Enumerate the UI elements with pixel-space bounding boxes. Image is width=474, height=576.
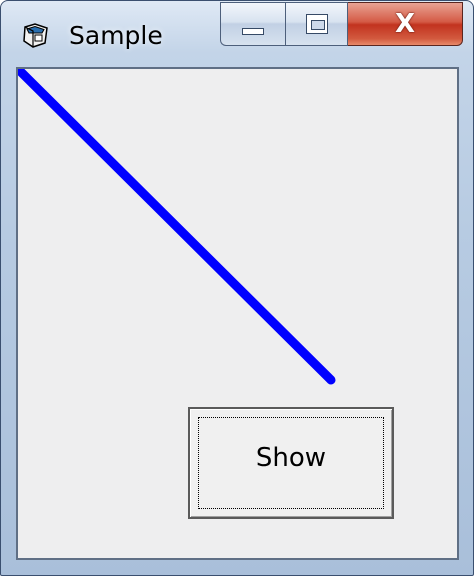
- maximize-button[interactable]: [285, 2, 348, 46]
- form-client-area: Show: [16, 67, 459, 560]
- minimize-button[interactable]: [220, 2, 285, 46]
- show-button-label: Show: [255, 443, 327, 473]
- blue-diagonal-line: [18, 69, 336, 385]
- maximize-icon: [306, 14, 328, 34]
- window-title: Sample: [69, 21, 163, 50]
- app-window-icon[interactable]: [21, 21, 51, 49]
- title-bar[interactable]: Sample X: [1, 1, 473, 63]
- show-button[interactable]: Show: [188, 407, 394, 519]
- caption-buttons: X: [220, 2, 463, 46]
- close-icon: X: [394, 9, 416, 39]
- app-window: Sample X Show: [0, 0, 474, 576]
- minimize-icon: [242, 28, 264, 35]
- close-button[interactable]: X: [348, 2, 463, 46]
